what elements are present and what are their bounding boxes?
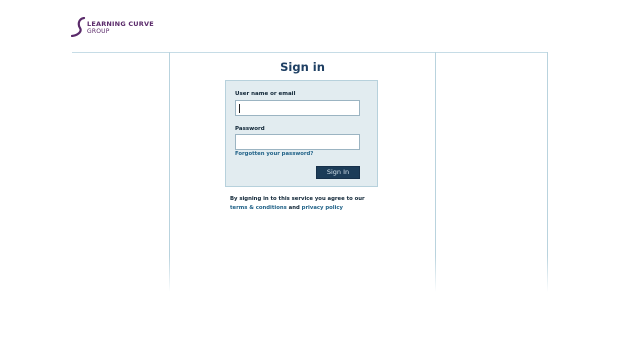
- forgot-password-link[interactable]: Forgotten your password?: [235, 151, 313, 157]
- username-field[interactable]: [235, 100, 360, 116]
- column-divider-left: [169, 52, 170, 292]
- agreement-links: terms & conditions and privacy policy: [230, 205, 343, 211]
- column-divider-right: [547, 52, 548, 292]
- logo-swoosh-icon: [71, 17, 86, 37]
- password-field[interactable]: [235, 134, 360, 150]
- brand-logo: LEARNING CURVE GROUP: [71, 17, 154, 39]
- sign-in-button[interactable]: Sign In: [316, 166, 360, 179]
- and-text: and: [288, 205, 300, 211]
- logo-text-sub: GROUP: [87, 28, 110, 35]
- column-divider-middle: [435, 52, 436, 292]
- password-label: Password: [235, 126, 265, 132]
- username-label: User name or email: [235, 91, 296, 97]
- agreement-text: By signing in to this service you agree …: [230, 196, 365, 202]
- logo-text-main: LEARNING CURVE: [87, 20, 154, 28]
- top-divider: [72, 52, 548, 53]
- privacy-link[interactable]: privacy policy: [302, 205, 343, 211]
- terms-link[interactable]: terms & conditions: [230, 205, 287, 211]
- text-cursor: [239, 104, 240, 113]
- page-title: Sign in: [280, 60, 325, 74]
